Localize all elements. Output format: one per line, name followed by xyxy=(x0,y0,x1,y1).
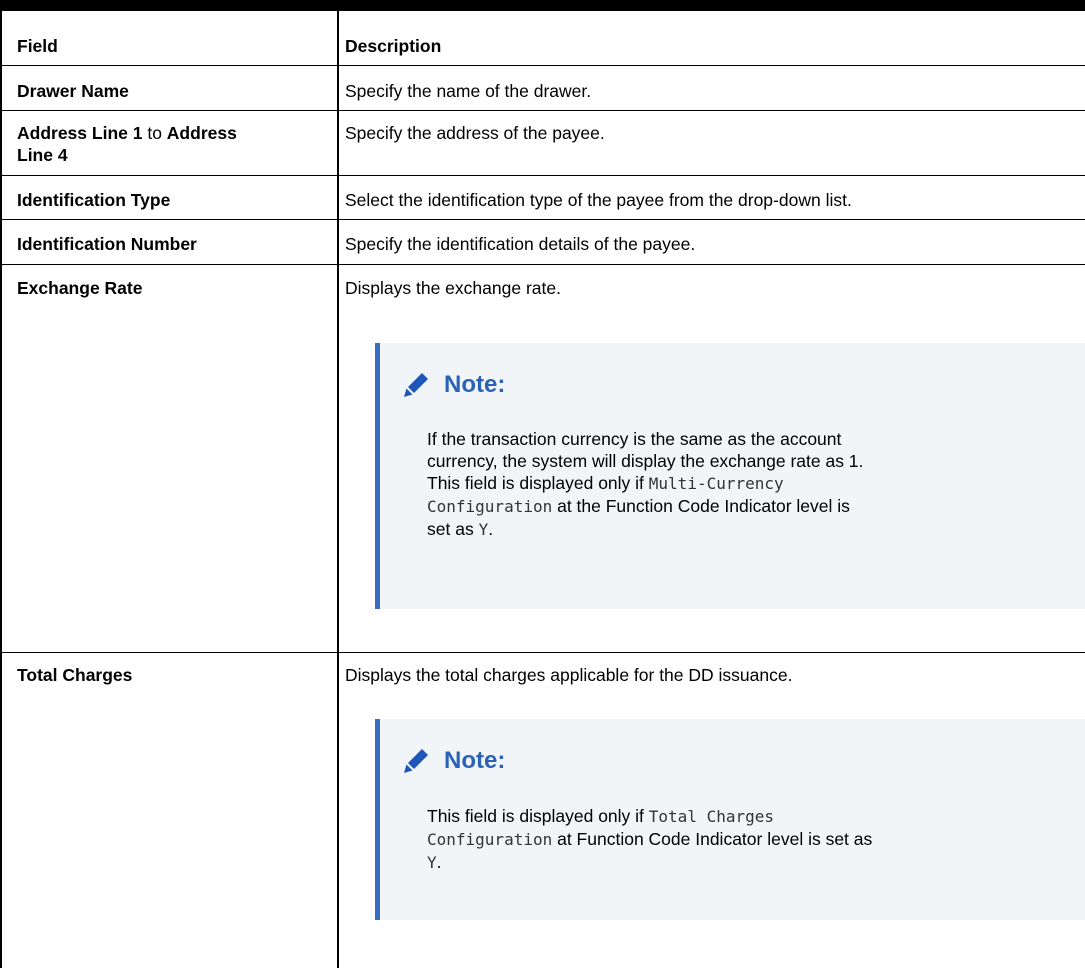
note-title: Note: xyxy=(444,371,506,398)
field-address-lines: Address Line 1 to Address Line 4 xyxy=(17,122,237,166)
note-line: Configuration at Function Code Indicator… xyxy=(427,828,872,851)
field-drawer-name: Drawer Name xyxy=(17,81,129,101)
note-code: Total Charges xyxy=(648,807,775,826)
note-code: Configuration xyxy=(427,830,553,849)
field-identification-number: Identification Number xyxy=(17,234,197,254)
row-divider xyxy=(0,110,1085,111)
note-line: currency, the system will display the ex… xyxy=(427,451,864,471)
row-divider xyxy=(0,652,1085,653)
note-line: set as Y. xyxy=(427,518,863,541)
note-header: Note: xyxy=(400,741,505,781)
field-identification-type: Identification Type xyxy=(17,190,171,210)
note-code: Y xyxy=(478,520,489,539)
pencil-icon xyxy=(404,373,428,397)
note-line: Configuration at the Function Code Indic… xyxy=(427,495,863,518)
field-address-part1: Address Line 1 xyxy=(17,123,143,143)
row-divider xyxy=(0,219,1085,220)
note-text-segment: at Function Code Indicator level is set … xyxy=(552,829,873,849)
note-code: Configuration xyxy=(427,497,553,516)
description-identification-type: Select the identification type of the pa… xyxy=(345,190,852,210)
description-exchange-rate: Displays the exchange rate. xyxy=(345,278,561,298)
header-field: Field xyxy=(17,36,58,56)
note-line: This field is displayed only if Multi-Cu… xyxy=(427,472,863,495)
field-address-part2: to xyxy=(142,123,167,143)
note-code: Multi-Currency xyxy=(648,474,784,493)
note-text-segment: . xyxy=(436,852,442,872)
note-text-segment: . xyxy=(488,519,494,539)
note-line: Y. xyxy=(427,851,872,874)
header-description: Description xyxy=(345,36,442,56)
description-identification-number: Specify the identification details of th… xyxy=(345,234,696,254)
field-address-line2: Line 4 xyxy=(17,145,68,165)
note-box-total-charges: Note: This field is displayed only if To… xyxy=(375,719,1085,920)
note-text-segment: This field is displayed only if xyxy=(427,806,649,826)
note-text-segment: This field is displayed only if xyxy=(427,473,649,493)
description-total-charges: Displays the total charges applicable fo… xyxy=(345,665,793,685)
top-border xyxy=(0,0,1085,11)
row-divider xyxy=(0,175,1085,176)
field-exchange-rate: Exchange Rate xyxy=(17,278,143,298)
note-text-segment: at the Function Code Indicator level is xyxy=(552,496,850,516)
note-box-exchange-rate: Note: If the transaction currency is the… xyxy=(375,343,1085,609)
note-line: If the transaction currency is the same … xyxy=(427,429,842,449)
note-code: Y xyxy=(427,853,437,872)
row-divider xyxy=(0,65,1085,66)
note-text: If the transaction currency is the same … xyxy=(427,428,863,541)
note-text-segment: set as xyxy=(427,519,479,539)
pencil-icon xyxy=(404,749,428,773)
row-divider xyxy=(0,264,1085,265)
note-text: This field is displayed only if Total Ch… xyxy=(427,805,872,874)
field-address-part3: Address xyxy=(166,123,237,143)
description-address-lines: Specify the address of the payee. xyxy=(345,123,605,143)
note-title: Note: xyxy=(444,747,506,774)
note-header: Note: xyxy=(400,365,505,405)
description-drawer-name: Specify the name of the drawer. xyxy=(345,81,592,101)
note-line: This field is displayed only if Total Ch… xyxy=(427,805,872,828)
table-left-border xyxy=(0,11,2,968)
field-total-charges: Total Charges xyxy=(17,665,133,685)
column-divider xyxy=(337,11,339,968)
